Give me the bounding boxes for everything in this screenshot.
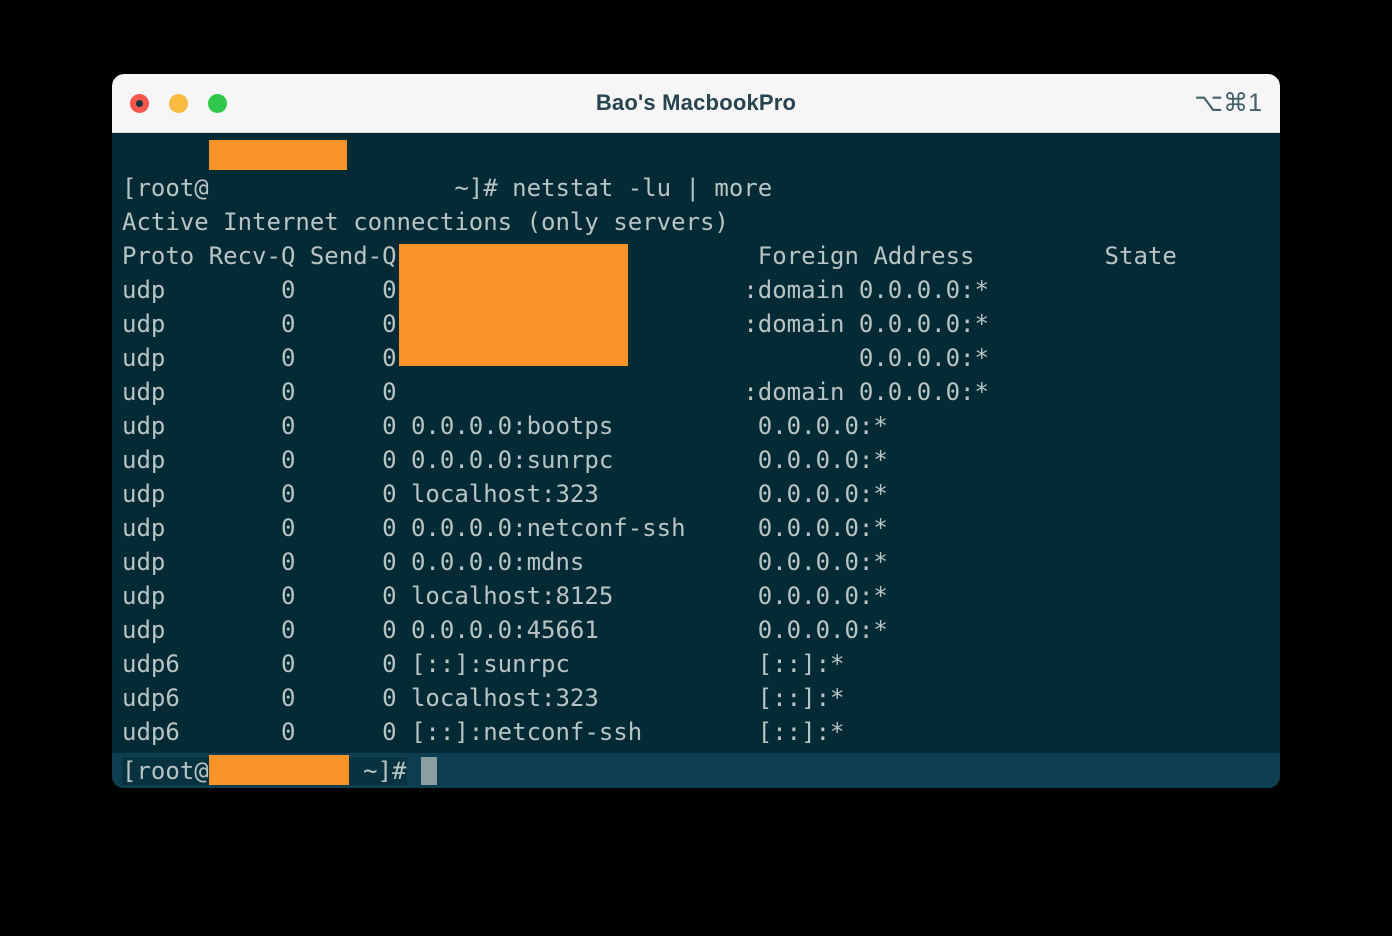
terminal-line: udp 0 0 0.0.0.0:netconf-ssh 0.0.0.0:* [112,511,1280,545]
redacted-hostname-box-top [209,140,347,170]
terminal-line: Active Internet connections (only server… [112,205,1280,239]
terminal-output-area[interactable]: Active Internet connections (only server… [112,133,1280,788]
text-cursor [421,757,437,785]
prompt-prefix: [root@ [122,174,209,202]
window-title: Bao's MacbookPro [112,90,1280,116]
terminal-line: udp 0 0 localhost:323 0.0.0.0:* [112,477,1280,511]
typed-command: netstat -lu | more [512,174,772,202]
terminal-active-prompt-row[interactable]: [root@ ~]# [112,753,1280,788]
window-titlebar: Bao's MacbookPro ⌥⌘1 [112,74,1280,133]
redacted-hostname-box-bottom [209,755,349,785]
terminal-line: udp 0 0 0.0.0.0:* [112,341,1280,375]
terminal-line: udp 0 0 :domain 0.0.0.0:* [112,273,1280,307]
keyboard-shortcut-hint: ⌥⌘1 [1194,88,1262,118]
terminal-line: udp 0 0 0.0.0.0:sunrpc 0.0.0.0:* [112,443,1280,477]
terminal-line: udp6 0 0 localhost:323 [::]:* [112,681,1280,715]
terminal-line: udp 0 0 0.0.0.0:mdns 0.0.0.0:* [112,545,1280,579]
prompt-suffix: ~]# [440,174,512,202]
terminal-line: udp 0 0 :domain 0.0.0.0:* [112,375,1280,409]
terminal-window: Bao's MacbookPro ⌥⌘1 Active Internet con… [112,74,1280,788]
terminal-line: udp 0 0 localhost:8125 0.0.0.0:* [112,579,1280,613]
bottom-prompt-prefix: [root@ [122,757,209,785]
redacted-local-address-box [399,244,628,366]
terminal-line: udp 0 0 0.0.0.0:45661 0.0.0.0:* [112,613,1280,647]
terminal-line: Proto Recv-Q Send-Q Local Address Foreig… [112,239,1280,273]
bottom-prompt-suffix: ~]# [349,757,407,785]
terminal-command-line: [root@ ~]# netstat -lu | more [112,171,1280,205]
terminal-line: udp 0 0 0.0.0.0:bootps 0.0.0.0:* [112,409,1280,443]
redacted-hostname-placeholder [209,174,440,202]
terminal-line: udp 0 0 :domain 0.0.0.0:* [112,307,1280,341]
prompt-spacer [407,757,421,785]
terminal-line: udp6 0 0 [::]:netconf-ssh [::]:* [112,715,1280,749]
terminal-line: udp6 0 0 [::]:sunrpc [::]:* [112,647,1280,681]
